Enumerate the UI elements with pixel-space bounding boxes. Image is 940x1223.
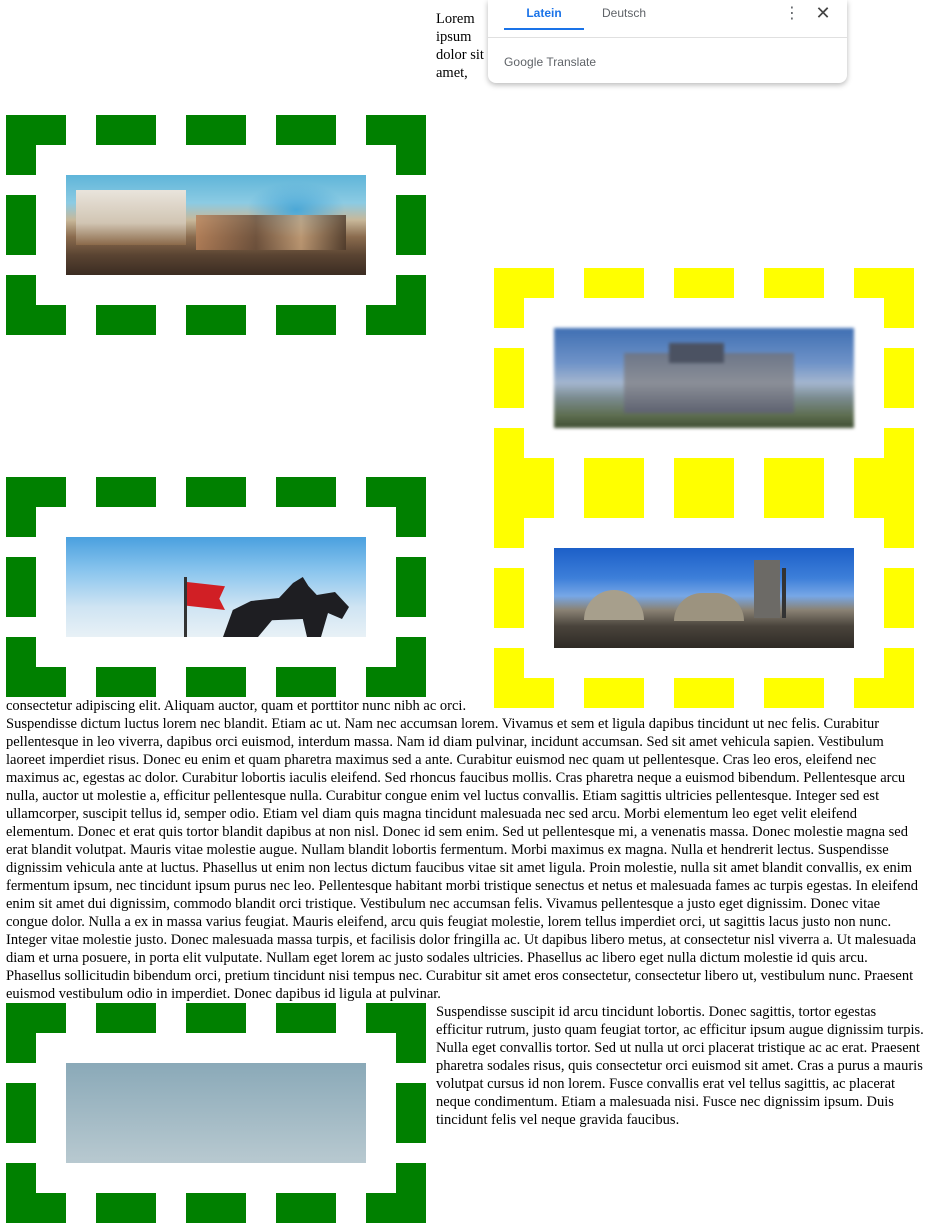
green-frame-2	[6, 477, 426, 697]
yellow-frame-2	[494, 488, 914, 708]
building-photo	[554, 328, 854, 428]
industrial-plant-photo	[554, 548, 854, 648]
tab-german[interactable]: Deutsch	[584, 0, 664, 30]
google-translate-popup: Latein Deutsch ⋮ ✕ Google Translate	[488, 0, 847, 83]
tab-latin[interactable]: Latein	[504, 0, 584, 30]
bazaar-street-photo	[66, 175, 366, 275]
language-tabs: Latein Deutsch	[504, 0, 664, 30]
google-translate-logo: Google Translate	[504, 53, 596, 71]
green-frame-1	[6, 115, 426, 335]
popup-divider	[488, 37, 847, 38]
landscape-photo	[66, 1063, 366, 1163]
yellow-frame-1	[494, 268, 914, 488]
more-options-icon[interactable]: ⋮	[784, 4, 800, 24]
article-content: Lorem ipsum dolor sit amet, consectetur …	[6, 10, 924, 1223]
brand-translate: Translate	[546, 55, 596, 69]
brand-google: Google	[504, 55, 544, 69]
equestrian-statue-photo	[66, 537, 366, 637]
close-icon[interactable]: ✕	[814, 3, 832, 23]
green-frame-3	[6, 1003, 426, 1223]
